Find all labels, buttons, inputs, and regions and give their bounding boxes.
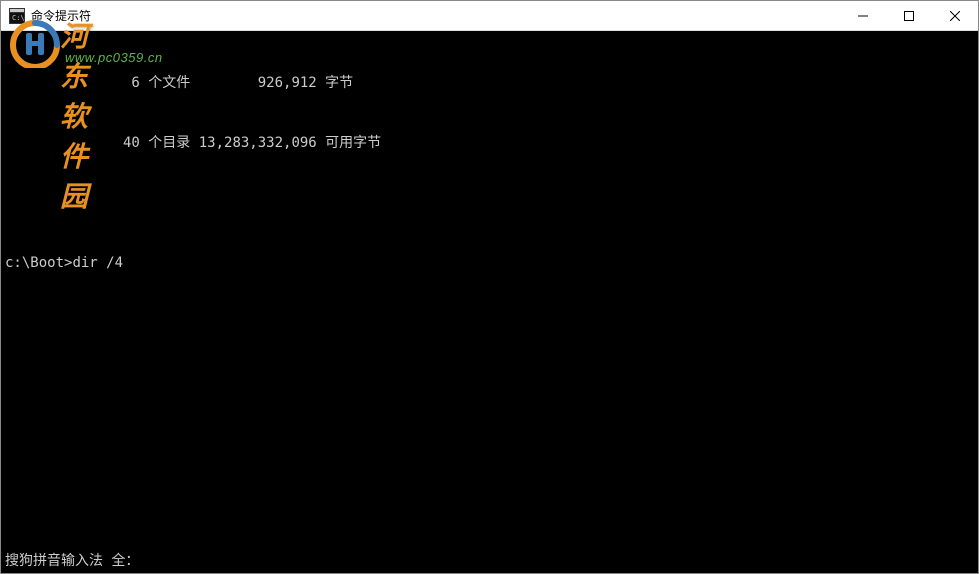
ime-status-bar: 搜狗拼音输入法 全： xyxy=(5,551,139,571)
close-button[interactable] xyxy=(932,1,978,30)
terminal-content[interactable]: 6 个文件 926,912 字节 40 个目录 13,283,332,096 可… xyxy=(1,31,978,573)
dirs-label: 个目录 xyxy=(148,135,190,151)
files-count: 6 xyxy=(5,75,148,91)
files-bytes: 926,912 xyxy=(190,75,325,91)
window-controls xyxy=(840,1,978,30)
free-bytes: 13,283,332,096 xyxy=(190,135,325,151)
minimize-button[interactable] xyxy=(840,1,886,30)
output-line-files: 6 个文件 926,912 字节 xyxy=(5,73,974,93)
maximize-button[interactable] xyxy=(886,1,932,30)
free-label: 可用字节 xyxy=(325,135,381,151)
svg-text:C:\: C:\ xyxy=(12,14,25,22)
files-label: 个文件 xyxy=(148,75,190,91)
command-prompt-window: C:\ 命令提示符 xyxy=(0,0,979,574)
maximize-icon xyxy=(904,11,914,21)
bytes-label: 字节 xyxy=(325,75,353,91)
prompt-line: c:\Boot>dir /4 xyxy=(5,253,974,273)
app-icon: C:\ xyxy=(9,8,25,24)
close-icon xyxy=(950,11,960,21)
dirs-count: 40 xyxy=(5,135,148,151)
prompt: c:\Boot> xyxy=(5,255,72,271)
window-title: 命令提示符 xyxy=(31,7,840,24)
command-input[interactable]: dir /4 xyxy=(72,255,123,271)
output-line-dirs: 40 个目录 13,283,332,096 可用字节 xyxy=(5,133,974,153)
titlebar[interactable]: C:\ 命令提示符 xyxy=(1,1,978,31)
minimize-icon xyxy=(858,11,868,21)
blank-line xyxy=(5,193,974,213)
